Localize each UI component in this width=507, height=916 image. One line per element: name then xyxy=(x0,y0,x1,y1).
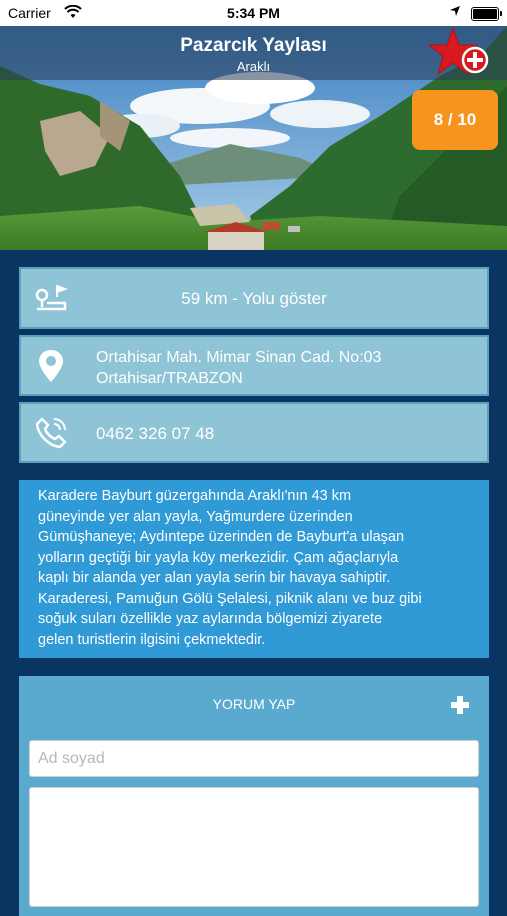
hero-image: Pazarcık Yaylası Araklı 8 / 10 xyxy=(0,26,507,250)
location-pin-icon xyxy=(39,349,63,382)
address-text: Ortahisar Mah. Mimar Sinan Cad. No:03 Or… xyxy=(96,347,381,389)
location-arrow-icon xyxy=(450,6,460,16)
address-line-2: Ortahisar/TRABZON xyxy=(96,370,243,387)
status-bar: Carrier 5:34 PM xyxy=(0,0,507,26)
description-line: Karaderesi, Pamuğun Gölü Şelalesi, pikni… xyxy=(38,590,422,607)
description-line: kaplı bir alanda yer alan yayla serin bi… xyxy=(38,570,391,586)
name-input[interactable] xyxy=(29,740,479,777)
description-line: Karadere Bayburt güzergahında Araklı'nın… xyxy=(38,488,352,504)
description-line: Gümüşhaneye; Aydıntepe üzerinden de Bayb… xyxy=(38,529,405,545)
description-line: soğuk suları özellikle yaz aylarında böl… xyxy=(38,611,383,627)
battery-tip xyxy=(500,11,502,16)
phone-row[interactable]: 0462 326 07 48 xyxy=(19,402,489,463)
add-favorite-button[interactable] xyxy=(429,26,493,80)
plus-icon[interactable] xyxy=(449,694,471,716)
status-time: 5:34 PM xyxy=(227,5,280,21)
address-line-1: Ortahisar Mah. Mimar Sinan Cad. No:03 xyxy=(96,349,382,366)
description-box: Karadere Bayburt güzergahında Araklı'nın… xyxy=(19,480,489,658)
directions-row[interactable]: 59 km - Yolu göster xyxy=(19,267,489,329)
address-row: Ortahisar Mah. Mimar Sinan Cad. No:03 Or… xyxy=(19,335,489,396)
battery-icon xyxy=(471,7,499,21)
distance-link[interactable]: 59 km - Yolu göster xyxy=(21,289,487,309)
comment-heading: YORUM YAP xyxy=(212,696,296,712)
comment-panel: YORUM YAP xyxy=(19,676,489,916)
description-line: güneyinde yer alan yayla, Yağmurdere üze… xyxy=(38,508,353,525)
comment-textarea[interactable] xyxy=(29,787,479,907)
phone-icon xyxy=(35,417,67,448)
description-line: yolların geçtiği bir yayla köy merkezidi… xyxy=(38,549,399,566)
phone-number[interactable]: 0462 326 07 48 xyxy=(96,424,214,444)
rating-badge: 8 / 10 xyxy=(412,90,498,150)
star-plus-icon xyxy=(429,26,489,76)
description-line: gelen turistlerin ilgisini çekmektedir. xyxy=(38,631,266,648)
